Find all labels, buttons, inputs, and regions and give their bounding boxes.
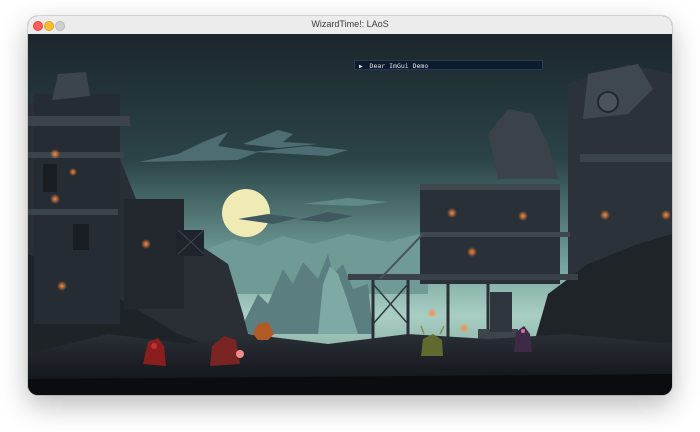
title-bar[interactable]: WizardTime!: LAoS [28,16,672,35]
window-title: WizardTime!: LAoS [311,19,389,29]
imgui-window-title: Dear ImGui Demo [369,62,429,70]
game-scene [28,34,672,395]
imgui-demo-window[interactable]: ▶ Dear ImGui Demo [354,60,543,70]
moon [222,189,270,237]
app-window: WizardTime!: LAoS ▶ Dear ImGui Demo [28,16,672,395]
game-viewport[interactable]: ▶ Dear ImGui Demo [28,34,672,395]
collapse-triangle-icon[interactable]: ▶ [359,63,363,70]
